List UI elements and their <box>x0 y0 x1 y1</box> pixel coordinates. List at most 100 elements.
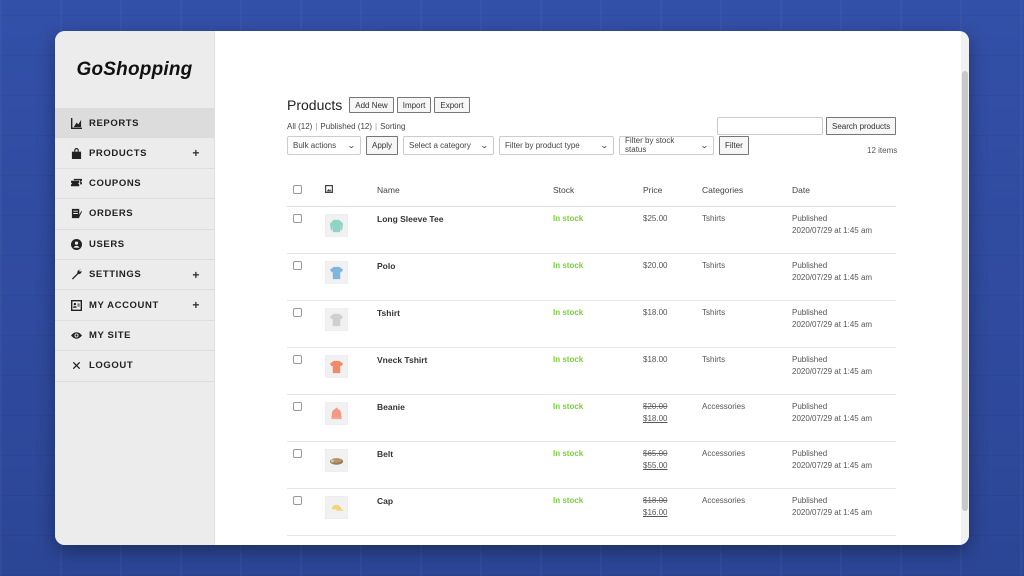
sidebar-item-logout[interactable]: LOGOUT <box>55 351 214 382</box>
stock-status: In stock <box>553 401 584 411</box>
product-name-link[interactable]: Long Sleeve Tee <box>377 214 443 224</box>
category-link[interactable]: Tshirts <box>702 261 725 270</box>
sidebar-item-users[interactable]: USERS <box>55 230 214 260</box>
regular-price: $18.00 <box>643 495 668 505</box>
filter-published-link[interactable]: Published (12) <box>320 122 372 131</box>
publish-date: 2020/07/29 at 1:45 am <box>792 366 873 376</box>
scroll-thumb[interactable] <box>962 71 968 511</box>
product-name-link[interactable]: Tshirt <box>377 308 400 318</box>
import-button[interactable]: Import <box>396 97 432 113</box>
row-checkbox[interactable] <box>293 448 302 458</box>
category-value: Select a category <box>409 140 471 150</box>
publish-status: Published <box>792 354 828 364</box>
product-name-link[interactable]: Vneck Tshirt <box>377 355 427 365</box>
sidebar-item-products[interactable]: PRODUCTS + <box>55 138 214 169</box>
publish-date: 2020/07/29 at 1:45 am <box>792 272 873 282</box>
category-link[interactable]: Tshirts <box>702 308 725 317</box>
longsleeve-tee-icon[interactable] <box>325 213 348 237</box>
col-name[interactable]: Name <box>377 175 553 207</box>
regular-price: $20.00 <box>643 401 668 411</box>
stock-status: In stock <box>553 307 584 317</box>
users-icon <box>70 238 82 250</box>
sidebar-item-label: REPORTS <box>89 117 140 129</box>
sidebar-item-my-site[interactable]: MY SITE <box>55 321 214 352</box>
vneck-tshirt-icon[interactable] <box>325 354 348 378</box>
product-name-link[interactable]: Belt <box>377 449 393 459</box>
table-row[interactable]: Cap In stock $18.00 $16.00 Accessories Publis… <box>287 488 896 536</box>
category-link[interactable]: Accessories <box>702 496 745 505</box>
scrollbar[interactable] <box>961 31 969 545</box>
eye-icon <box>70 329 82 341</box>
belt-icon[interactable] <box>325 448 348 472</box>
beanie-icon[interactable] <box>325 401 348 425</box>
filter-button[interactable]: Filter <box>719 135 749 155</box>
polo-shirt-icon[interactable] <box>325 260 348 284</box>
table-row[interactable]: Vneck Tshirt In stock $18.00 Tshirts Publish… <box>287 347 896 395</box>
tshirt-icon[interactable] <box>325 307 348 331</box>
sidebar-item-label: COUPONS <box>89 177 142 189</box>
sidebar-item-my-account[interactable]: MY ACCOUNT + <box>55 290 214 321</box>
table-row[interactable]: Polo In stock $20.00 Tshirts Published 2020/0… <box>287 253 896 301</box>
category-link[interactable]: Accessories <box>702 402 745 411</box>
table-row[interactable]: Beanie In stock $20.00 $18.00 Accessories Pub… <box>287 394 896 442</box>
product-type-select[interactable]: Filter by product type ⌄ <box>499 135 615 155</box>
search-products-button[interactable]: Search products <box>826 117 897 135</box>
row-checkbox[interactable] <box>293 495 302 505</box>
coupons-icon <box>70 177 82 189</box>
expand-plus-icon[interactable]: + <box>192 268 200 282</box>
price: $18.00 <box>643 307 668 317</box>
publish-date: 2020/07/29 at 1:45 am <box>792 460 873 470</box>
price: $25.00 <box>643 213 668 223</box>
bulk-actions-select[interactable]: Bulk actions ⌄ <box>287 135 361 155</box>
sidebar-item-label: SETTINGS <box>89 269 142 281</box>
select-all-checkbox[interactable] <box>293 184 302 194</box>
table-row[interactable]: Long Sleeve Tee In stock $25.00 Tshirts Publ… <box>287 206 896 254</box>
main-content: Products Add New Import Export All (12) |… <box>215 31 969 545</box>
cap-icon[interactable] <box>325 495 348 519</box>
expand-plus-icon[interactable]: + <box>192 298 200 312</box>
row-checkbox[interactable] <box>293 260 302 270</box>
product-name-link[interactable]: Polo <box>377 261 395 271</box>
export-button[interactable]: Export <box>434 97 470 113</box>
stock-status-select[interactable]: Filter by stock status ⌄ <box>619 135 715 155</box>
app-window: GoShopping REPORTS PRODUCTS + COUPONS ORDERS… <box>55 31 969 545</box>
chart-icon <box>70 117 82 129</box>
products-page: Products Add New Import Export All (12) |… <box>287 97 897 536</box>
apply-button[interactable]: Apply <box>366 135 399 155</box>
row-checkbox[interactable] <box>293 401 302 411</box>
product-name-link[interactable]: Cap <box>377 496 393 506</box>
category-select[interactable]: Select a category ⌄ <box>403 135 495 155</box>
publish-status: Published <box>792 495 828 505</box>
add-new-button[interactable]: Add New <box>349 97 394 113</box>
category-link[interactable]: Tshirts <box>702 214 725 223</box>
search-input[interactable] <box>717 117 823 135</box>
stock-status: In stock <box>553 495 584 505</box>
filter-all-link[interactable]: All (12) <box>287 122 312 131</box>
col-categories: Categories <box>702 175 792 207</box>
stock-status: In stock <box>553 354 584 364</box>
filters-bar: Bulk actions ⌄ Apply Select a category ⌄ F… <box>287 135 897 155</box>
sidebar-item-settings[interactable]: SETTINGS + <box>55 260 214 291</box>
table-row[interactable]: Belt In stock $65.00 $55.00 Accessories Publi… <box>287 441 896 489</box>
row-checkbox[interactable] <box>293 307 302 317</box>
sidebar-item-coupons[interactable]: COUPONS <box>55 169 214 200</box>
expand-plus-icon[interactable]: + <box>192 146 200 160</box>
row-checkbox[interactable] <box>293 354 302 364</box>
sidebar-item-reports[interactable]: REPORTS <box>55 108 214 139</box>
items-count: 12 items <box>867 146 898 155</box>
account-icon <box>70 299 82 311</box>
brand-logo: GoShopping <box>76 58 193 80</box>
col-price[interactable]: Price <box>643 175 702 207</box>
col-date[interactable]: Date <box>792 175 896 207</box>
table-row[interactable]: Tshirt In stock $18.00 Tshirts Published 2020… <box>287 300 896 348</box>
category-link[interactable]: Tshirts <box>702 355 725 364</box>
sidebar-item-orders[interactable]: ORDERS <box>55 199 214 230</box>
sorting-link[interactable]: Sorting <box>380 122 405 131</box>
table-header-row: Name Stock Price Categories Date <box>287 175 896 207</box>
row-checkbox[interactable] <box>293 213 302 223</box>
stock-status: In stock <box>553 260 584 270</box>
bulk-actions-value: Bulk actions <box>293 140 337 150</box>
product-name-link[interactable]: Beanie <box>377 402 405 412</box>
sidebar-item-label: LOGOUT <box>89 360 134 372</box>
category-link[interactable]: Accessories <box>702 449 745 458</box>
